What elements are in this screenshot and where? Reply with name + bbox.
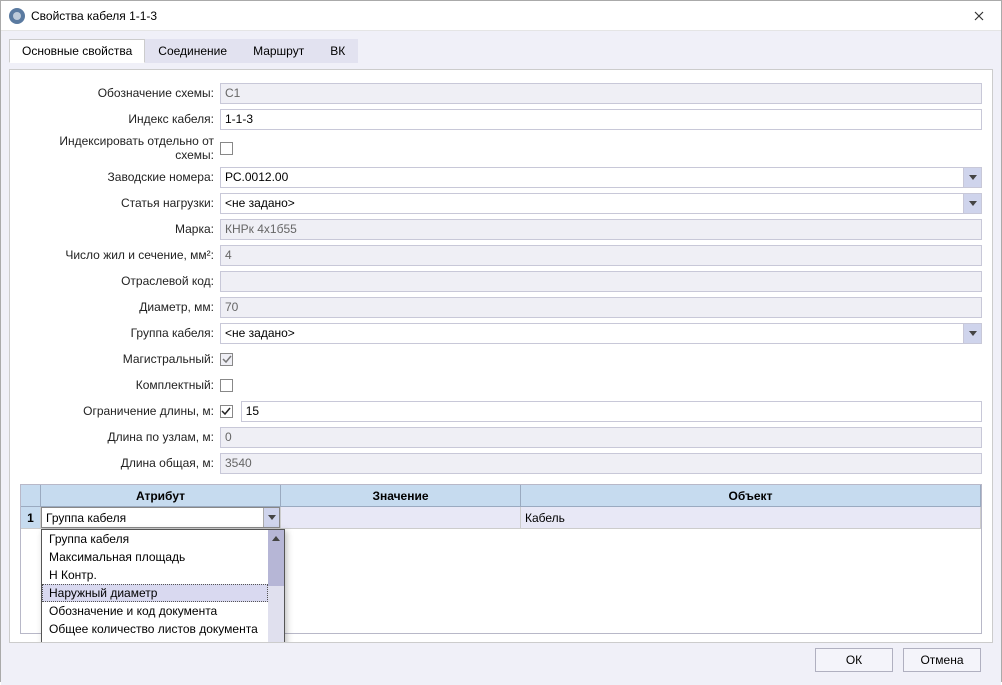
tab-vk[interactable]: ВК <box>317 39 358 63</box>
kit-checkbox[interactable] <box>220 379 233 392</box>
dropdown-item[interactable]: Н Контр. <box>42 566 268 584</box>
chevron-down-icon[interactable] <box>963 324 981 343</box>
close-button[interactable] <box>957 1 1001 31</box>
dropdown-item[interactable]: Наружный диаметр <box>42 584 268 602</box>
dropdown-item[interactable]: Обозначение и код документа <box>42 602 268 620</box>
trunk-checkbox <box>220 353 233 366</box>
len-limit-label: Ограничение длины, м: <box>20 404 220 418</box>
factory-nums-label: Заводские номера: <box>20 170 220 184</box>
brand-label: Марка: <box>20 222 220 236</box>
client-area: Основные свойства Соединение Маршрут ВК … <box>1 31 1001 685</box>
grid-cell-attr[interactable]: Группа кабеля Группа кабеляМаксимальная … <box>41 507 281 528</box>
grid-header-num <box>21 485 41 506</box>
window-title: Свойства кабеля 1-1-3 <box>31 9 957 23</box>
chevron-down-icon[interactable] <box>263 508 279 527</box>
chevron-down-icon[interactable] <box>963 168 981 187</box>
cable-group-combo[interactable]: <не задано> <box>220 323 982 344</box>
cores-input <box>220 245 982 266</box>
factory-nums-combo[interactable]: РС.0012.00 <box>220 167 982 188</box>
kit-label: Комплектный: <box>20 378 220 392</box>
len-limit-checkbox[interactable] <box>220 405 233 418</box>
titlebar: Свойства кабеля 1-1-3 <box>1 1 1001 31</box>
tab-route[interactable]: Маршрут <box>240 39 317 63</box>
grid-row[interactable]: 1 Группа кабеля Группа кабеляМаксимальна… <box>21 507 981 529</box>
grid-cell-object: Кабель <box>521 507 981 528</box>
dialog-window: Свойства кабеля 1-1-3 Основные свойства … <box>0 0 1002 682</box>
tab-main-properties[interactable]: Основные свойства <box>9 39 145 63</box>
grid-header-attr: Атрибут <box>41 485 281 506</box>
main-panel: Обозначение схемы: Индекс кабеля: Индекс… <box>9 69 993 643</box>
chevron-down-icon[interactable] <box>963 194 981 213</box>
load-article-combo[interactable]: <не задано> <box>220 193 982 214</box>
scroll-track[interactable] <box>268 546 284 643</box>
cable-index-input[interactable] <box>220 109 982 130</box>
grid-row-number: 1 <box>21 507 41 528</box>
grid-header-object: Объект <box>521 485 981 506</box>
dropdown-item[interactable]: Максимальная площадь <box>42 548 268 566</box>
cable-index-label: Индекс кабеля: <box>20 112 220 126</box>
diameter-input <box>220 297 982 318</box>
dropdown-item[interactable]: Общее количество листов документа <box>42 620 268 638</box>
grid-cell-value[interactable] <box>281 507 521 528</box>
scroll-up-icon[interactable] <box>268 530 284 546</box>
trunk-label: Магистральный: <box>20 352 220 366</box>
app-icon <box>9 8 25 24</box>
scroll-thumb[interactable] <box>268 546 284 586</box>
tabstrip: Основные свойства Соединение Маршрут ВК <box>9 39 993 63</box>
load-article-label: Статья нагрузки: <box>20 196 220 210</box>
index-sep-checkbox[interactable] <box>220 142 233 155</box>
len-nodes-label: Длина по узлам, м: <box>20 430 220 444</box>
grid-header-value: Значение <box>281 485 521 506</box>
industry-code-input <box>220 271 982 292</box>
len-nodes-input <box>220 427 982 448</box>
len-total-label: Длина общая, м: <box>20 456 220 470</box>
len-total-input <box>220 453 982 474</box>
index-sep-label: Индексировать отдельно от схемы: <box>20 134 220 162</box>
dropdown-scrollbar[interactable] <box>268 530 284 643</box>
scheme-desig-input <box>220 83 982 104</box>
diameter-label: Диаметр, мм: <box>20 300 220 314</box>
cores-label: Число жил и сечение, мм²: <box>20 248 220 262</box>
scheme-desig-label: Обозначение схемы: <box>20 86 220 100</box>
len-limit-input[interactable] <box>241 401 982 422</box>
cancel-button[interactable]: Отмена <box>903 648 981 672</box>
ok-button[interactable]: ОК <box>815 648 893 672</box>
dialog-footer: ОК Отмена <box>9 643 993 677</box>
dropdown-item[interactable]: Группа кабеля <box>42 530 268 548</box>
grid-attr-dropdown[interactable]: Группа кабеляМаксимальная площадьН Контр… <box>41 529 285 643</box>
tab-connection[interactable]: Соединение <box>145 39 240 63</box>
cable-group-label: Группа кабеля: <box>20 326 220 340</box>
brand-input <box>220 219 982 240</box>
grid-attr-combo[interactable]: Группа кабеля <box>41 507 280 528</box>
attributes-grid: Атрибут Значение Объект 1 Группа кабеля … <box>20 484 982 634</box>
grid-header: Атрибут Значение Объект <box>21 485 981 507</box>
industry-code-label: Отраслевой код: <box>20 274 220 288</box>
